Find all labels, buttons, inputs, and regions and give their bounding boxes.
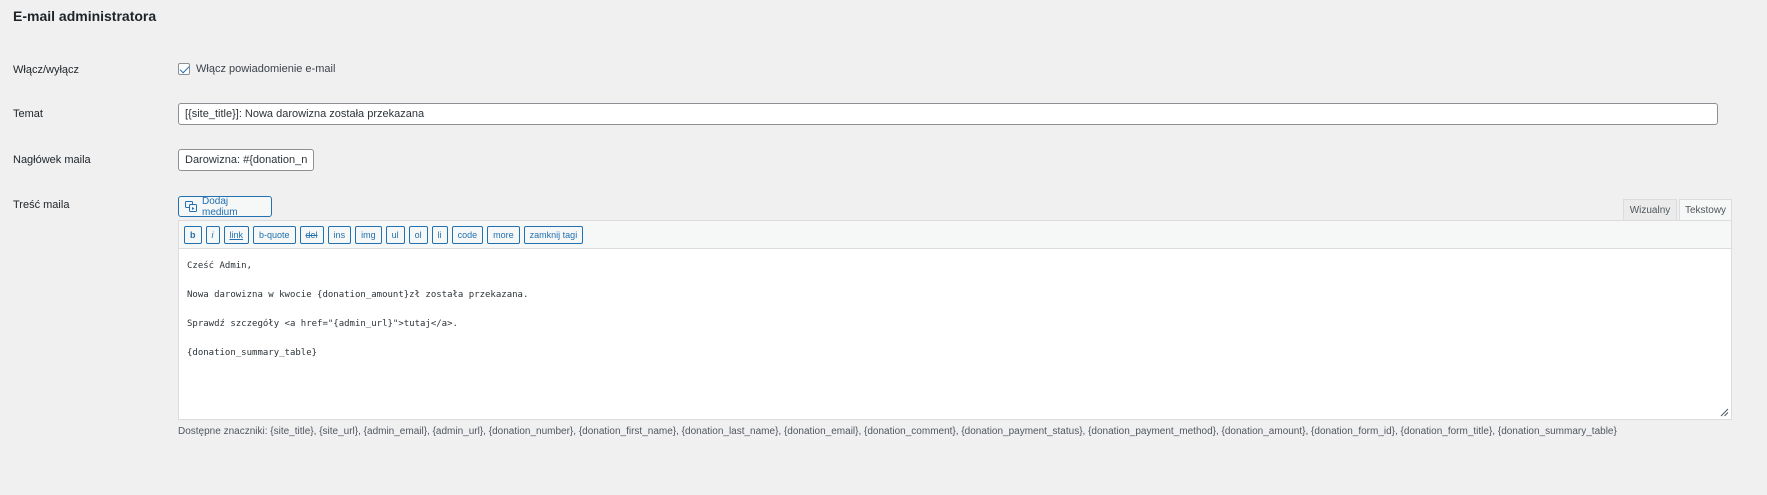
quicktag-bold-button[interactable]: b [184, 225, 202, 244]
resize-handle-icon[interactable] [1719, 407, 1729, 417]
quicktag-img-button[interactable]: img [355, 225, 382, 244]
available-tags-help: Dostępne znaczniki: {site_title}, {site_… [178, 426, 1617, 437]
quicktag-italic-button[interactable]: i [205, 225, 220, 244]
quicktag-ul-button[interactable]: ul [385, 225, 405, 244]
media-icon [185, 201, 197, 212]
checkbox-checked-icon[interactable] [178, 63, 190, 75]
subject-input[interactable] [178, 103, 1718, 125]
quicktag-close-tags-button[interactable]: zamknij tagi [523, 225, 584, 244]
quicktags-toolbar: b i link b-quote del ins img ul ol li co… [179, 221, 1731, 249]
email-header-label: Nagłówek maila [13, 154, 91, 166]
add-media-button[interactable]: Dodaj medium [178, 195, 272, 218]
tab-text[interactable]: Tekstowy [1679, 199, 1732, 220]
quicktag-more-button[interactable]: more [487, 225, 520, 244]
checkbox-label[interactable]: Włącz powiadomienie e-mail [196, 63, 335, 75]
email-body-textarea[interactable]: Cześć Admin, Nowa darowizna w kwocie {do… [179, 249, 1731, 371]
email-body-label: Treść maila [13, 199, 70, 211]
editor-line: Cześć Admin, [187, 261, 253, 271]
email-body-editor[interactable]: b i link b-quote del ins img ul ol li co… [178, 220, 1732, 420]
editor-line: {donation_summary_table} [187, 348, 318, 358]
email-notification-toggle[interactable]: Włącz powiadomienie e-mail [178, 63, 335, 75]
quicktag-li-button[interactable]: li [431, 225, 448, 244]
quicktag-link-button[interactable]: link [223, 225, 250, 244]
quicktag-ol-button[interactable]: ol [408, 225, 428, 244]
quicktag-blockquote-button[interactable]: b-quote [253, 225, 296, 244]
toggle-label: Włącz/wyłącz [13, 64, 80, 76]
section-title: E-mail administratora [13, 8, 157, 24]
email-header-input[interactable] [178, 149, 314, 171]
editor-line: Nowa darowizna w kwocie {donation_amount… [187, 290, 529, 300]
quicktag-ins-button[interactable]: ins [327, 225, 352, 244]
quicktag-code-button[interactable]: code [451, 225, 484, 244]
editor-line: Sprawdź szczegóły <a href="{admin_url}">… [187, 319, 458, 329]
add-media-label: Dodaj medium [202, 195, 238, 218]
subject-label: Temat [13, 108, 43, 120]
quicktag-del-button[interactable]: del [299, 225, 324, 244]
tab-visual[interactable]: Wizualny [1623, 199, 1677, 220]
